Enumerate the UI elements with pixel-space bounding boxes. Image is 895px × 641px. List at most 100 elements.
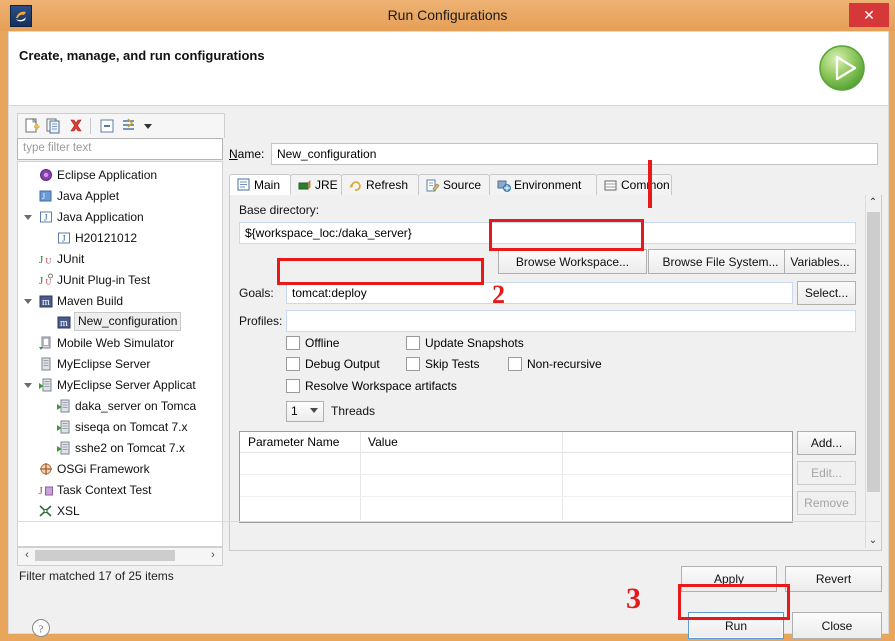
hscroll-thumb[interactable]	[35, 550, 175, 561]
checkbox-label: Skip Tests	[425, 357, 480, 371]
remove-label: Remove	[804, 496, 849, 510]
profiles-input[interactable]	[286, 310, 856, 332]
tree-twisty-icon[interactable]	[24, 213, 33, 222]
tree-item-siseqa-on-tomcat-7-x[interactable]: siseqa on Tomcat 7.x	[18, 417, 222, 437]
close-button[interactable]: ✕	[849, 3, 889, 27]
browse-workspace-button[interactable]: Browse Workspace...	[498, 249, 647, 274]
base-directory-input[interactable]: ${workspace_loc:/daka_server}	[239, 222, 856, 244]
tab-main[interactable]: Main	[229, 174, 291, 195]
tree-item-junit[interactable]: J U JUnit	[18, 249, 222, 269]
tab-source[interactable]: Source	[418, 174, 490, 195]
parameters-table[interactable]: Parameter Name Value	[239, 431, 793, 523]
column-divider	[562, 432, 563, 520]
tree-item-junit-plug-in-test[interactable]: J U JUnit Plug-in Test	[18, 270, 222, 290]
main-tab-icon	[236, 177, 251, 192]
tree-item-label: daka_server on Tomca	[75, 399, 197, 413]
toolbar-separator	[90, 118, 91, 134]
checkbox-offline[interactable]: Offline	[286, 336, 339, 350]
page-title: Create, manage, and run configurations	[19, 48, 265, 63]
panel-vertical-scrollbar[interactable]: ⌃ ⌄	[865, 195, 881, 548]
tree-horizontal-scrollbar[interactable]: ‹ ›	[17, 547, 223, 566]
tree-item-daka-server-on-tomca[interactable]: daka_server on Tomca	[18, 396, 222, 416]
revert-button[interactable]: Revert	[785, 566, 882, 592]
threads-value: 1	[291, 404, 298, 418]
table-header: Parameter Name Value	[240, 432, 792, 453]
row-divider	[240, 474, 792, 475]
filter-icon[interactable]	[120, 117, 138, 135]
run-label: Run	[724, 618, 747, 633]
tree-item-sshe2-on-tomcat-7-x[interactable]: sshe2 on Tomcat 7.x	[18, 438, 222, 458]
vscroll-thumb[interactable]	[867, 212, 880, 492]
chevron-down-icon[interactable]	[142, 117, 154, 135]
tree-item-new-configuration[interactable]: m New_configuration	[18, 312, 222, 332]
configuration-editor: Name: New_configuration Main JRE Refresh So…	[229, 113, 882, 600]
tree-item-java-application[interactable]: J Java Application	[18, 207, 222, 227]
checkbox-box	[286, 336, 300, 350]
tree-item-task-context-test[interactable]: J Task Context Test	[18, 480, 222, 500]
tree-item-mobile-web-simulator[interactable]: Mobile Web Simulator	[18, 333, 222, 353]
run-button[interactable]: Run	[688, 612, 784, 639]
tree-item-maven-build[interactable]: m Maven Build	[18, 291, 222, 311]
tree-item-myeclipse-server[interactable]: MyEclipse Server	[18, 354, 222, 374]
checkbox-skip-tests[interactable]: Skip Tests	[406, 357, 479, 371]
svg-text:J: J	[44, 213, 48, 223]
search-input[interactable]: type filter text	[17, 138, 223, 160]
tree-item-osgi-framework[interactable]: OSGi Framework	[18, 459, 222, 479]
tree-item-xsl[interactable]: XSL	[18, 501, 222, 521]
tab-label: Source	[443, 178, 482, 192]
tab-label: Environment	[514, 178, 582, 192]
tree-toolbar	[17, 113, 225, 138]
svg-text:m: m	[60, 318, 68, 329]
tab-common[interactable]: Common	[596, 174, 672, 195]
goals-input[interactable]: tomcat:deploy	[286, 282, 793, 304]
tree-item-label: MyEclipse Server	[57, 357, 151, 371]
duplicate-icon[interactable]	[45, 117, 63, 135]
tree-twisty-icon[interactable]	[24, 381, 33, 390]
apply-button[interactable]: Apply	[681, 566, 777, 592]
green-run-arrow-icon	[814, 40, 870, 96]
scroll-up-icon[interactable]: ⌃	[866, 195, 880, 210]
checkbox-update-snapshots[interactable]: Update Snapshots	[406, 336, 524, 350]
tree-item-label: H20121012	[75, 231, 138, 245]
help-icon[interactable]: ?	[31, 618, 51, 638]
name-row: Name: New_configuration	[229, 143, 880, 165]
dialog-body: Create, manage, and run configurations t…	[8, 31, 889, 639]
goals-select-button[interactable]: Select...	[797, 281, 856, 305]
tab-refresh[interactable]: Refresh	[341, 174, 419, 195]
checkbox-resolve-workspace-artifacts[interactable]: Resolve Workspace artifacts	[286, 379, 457, 393]
column-header-value: Value	[368, 435, 398, 449]
checkbox-non-recursive[interactable]: Non-recursive	[508, 357, 602, 371]
delete-icon[interactable]	[67, 117, 85, 135]
scroll-right-icon[interactable]: ›	[205, 548, 221, 563]
checkbox-box	[406, 357, 420, 371]
tab-environment[interactable]: Environment	[489, 174, 597, 195]
base-directory-value: ${workspace_loc:/daka_server}	[245, 226, 412, 240]
checkbox-label: Resolve Workspace artifacts	[305, 379, 457, 393]
eclipse-app-icon	[38, 167, 54, 183]
add-parameter-button[interactable]: Add...	[797, 431, 856, 455]
configuration-name-input[interactable]: New_configuration	[271, 143, 878, 165]
server-app-icon	[56, 419, 72, 435]
tree-item-h20121012[interactable]: J H20121012	[18, 228, 222, 248]
browse-workspace-label: Browse Workspace...	[515, 254, 630, 269]
scroll-left-icon[interactable]: ‹	[19, 548, 35, 563]
configurations-tree[interactable]: Eclipse Application J Java Applet J Java App…	[17, 161, 223, 547]
tab-bar: Main JRE Refresh Source Environment Common	[229, 174, 880, 197]
collapse-all-icon[interactable]	[98, 117, 116, 135]
tab-jre[interactable]: JRE	[290, 174, 342, 195]
tree-item-eclipse-application[interactable]: Eclipse Application	[18, 165, 222, 185]
tree-item-myeclipse-server-applicat[interactable]: MyEclipse Server Applicat	[18, 375, 222, 395]
scroll-down-icon[interactable]: ⌄	[866, 533, 880, 548]
tree-twisty-icon[interactable]	[24, 297, 33, 306]
threads-select[interactable]: 1	[286, 401, 324, 422]
new-configuration-icon[interactable]	[23, 117, 41, 135]
tree-item-label: Eclipse Application	[57, 168, 158, 182]
variables-button[interactable]: Variables...	[784, 249, 856, 274]
tree-item-label: Java Application	[57, 210, 144, 224]
run-configurations-window: Run Configurations ✕ Create, manage, and…	[0, 0, 895, 640]
tree-item-java-applet[interactable]: J Java Applet	[18, 186, 222, 206]
browse-file-system-button[interactable]: Browse File System...	[648, 249, 793, 274]
name-label: Name:	[229, 147, 265, 161]
checkbox-debug-output[interactable]: Debug Output	[286, 357, 380, 371]
close-dialog-button[interactable]: Close	[792, 612, 882, 639]
